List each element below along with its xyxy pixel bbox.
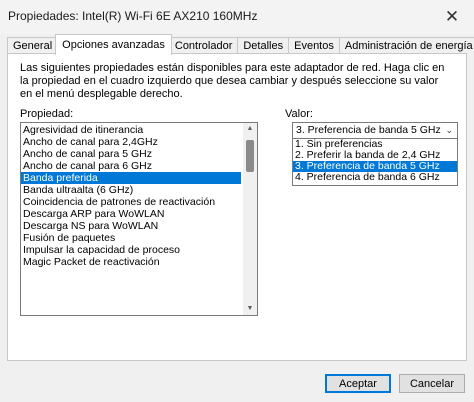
property-list: Agresividad de itinerancia Ancho de canal… (21, 124, 241, 268)
scroll-thumb[interactable] (246, 140, 254, 172)
scroll-up-arrow-icon[interactable]: ▲ (243, 123, 257, 135)
chevron-down-icon: ⌄ (445, 125, 453, 135)
value-dropdown-list: 1. Sin preferencias 2. Preferir la banda … (292, 138, 458, 186)
property-list-item[interactable]: Fusión de paquetes (21, 232, 241, 244)
property-listbox[interactable]: Agresividad de itinerancia Ancho de canal… (20, 122, 258, 316)
property-list-item[interactable]: Agresividad de itinerancia (21, 124, 241, 136)
value-option[interactable]: 3. Preferencia de banda 5 GHz (293, 161, 457, 172)
value-option[interactable]: 2. Preferir la banda de 2,4 GHz (293, 150, 457, 161)
property-label: Propiedad: (20, 108, 74, 120)
property-list-item[interactable]: Magic Packet de reactivación (21, 256, 241, 268)
value-label: Valor: (285, 108, 313, 120)
property-list-item[interactable]: Ancho de canal para 2,4GHz (21, 136, 241, 148)
value-option[interactable]: 4. Preferencia de banda 6 GHz (293, 172, 457, 183)
property-list-item[interactable]: Coincidencia de patrones de reactivación (21, 196, 241, 208)
property-list-item[interactable]: Ancho de canal para 5 GHz (21, 148, 241, 160)
value-combobox[interactable]: 3. Preferencia de banda 5 GHz ⌄ (292, 122, 458, 139)
scroll-down-arrow-icon[interactable]: ▼ (243, 303, 257, 315)
window-title: Propiedades: Intel(R) Wi-Fi 6E AX210 160… (8, 9, 258, 23)
panel-description: Las siguientes propiedades están disponi… (20, 62, 445, 100)
tab-strip: General Opciones avanzadas Controlador D… (7, 34, 474, 55)
advanced-options-panel: Las siguientes propiedades están disponi… (7, 53, 467, 361)
accept-button[interactable]: Aceptar (325, 374, 391, 393)
value-combobox-text: 3. Preferencia de banda 5 GHz (296, 124, 441, 136)
close-button[interactable]: ✕ (430, 0, 474, 34)
property-list-item[interactable]: Impulsar la capacidad de proceso (21, 244, 241, 256)
property-list-item[interactable]: Descarga NS para WoWLAN (21, 220, 241, 232)
property-list-item[interactable]: Ancho de canal para 6 GHz (21, 160, 241, 172)
property-list-item[interactable]: Banda preferida (21, 172, 241, 184)
value-option[interactable]: 1. Sin preferencias (293, 139, 457, 150)
property-scrollbar[interactable]: ▲ ▼ (243, 123, 257, 315)
property-list-item[interactable]: Descarga ARP para WoWLAN (21, 208, 241, 220)
close-icon: ✕ (444, 7, 460, 26)
tab-advanced-options[interactable]: Opciones avanzadas (55, 34, 172, 55)
property-list-item[interactable]: Banda ultraalta (6 GHz) (21, 184, 241, 196)
cancel-button[interactable]: Cancelar (399, 374, 465, 393)
title-bar: Propiedades: Intel(R) Wi-Fi 6E AX210 160… (0, 0, 474, 34)
